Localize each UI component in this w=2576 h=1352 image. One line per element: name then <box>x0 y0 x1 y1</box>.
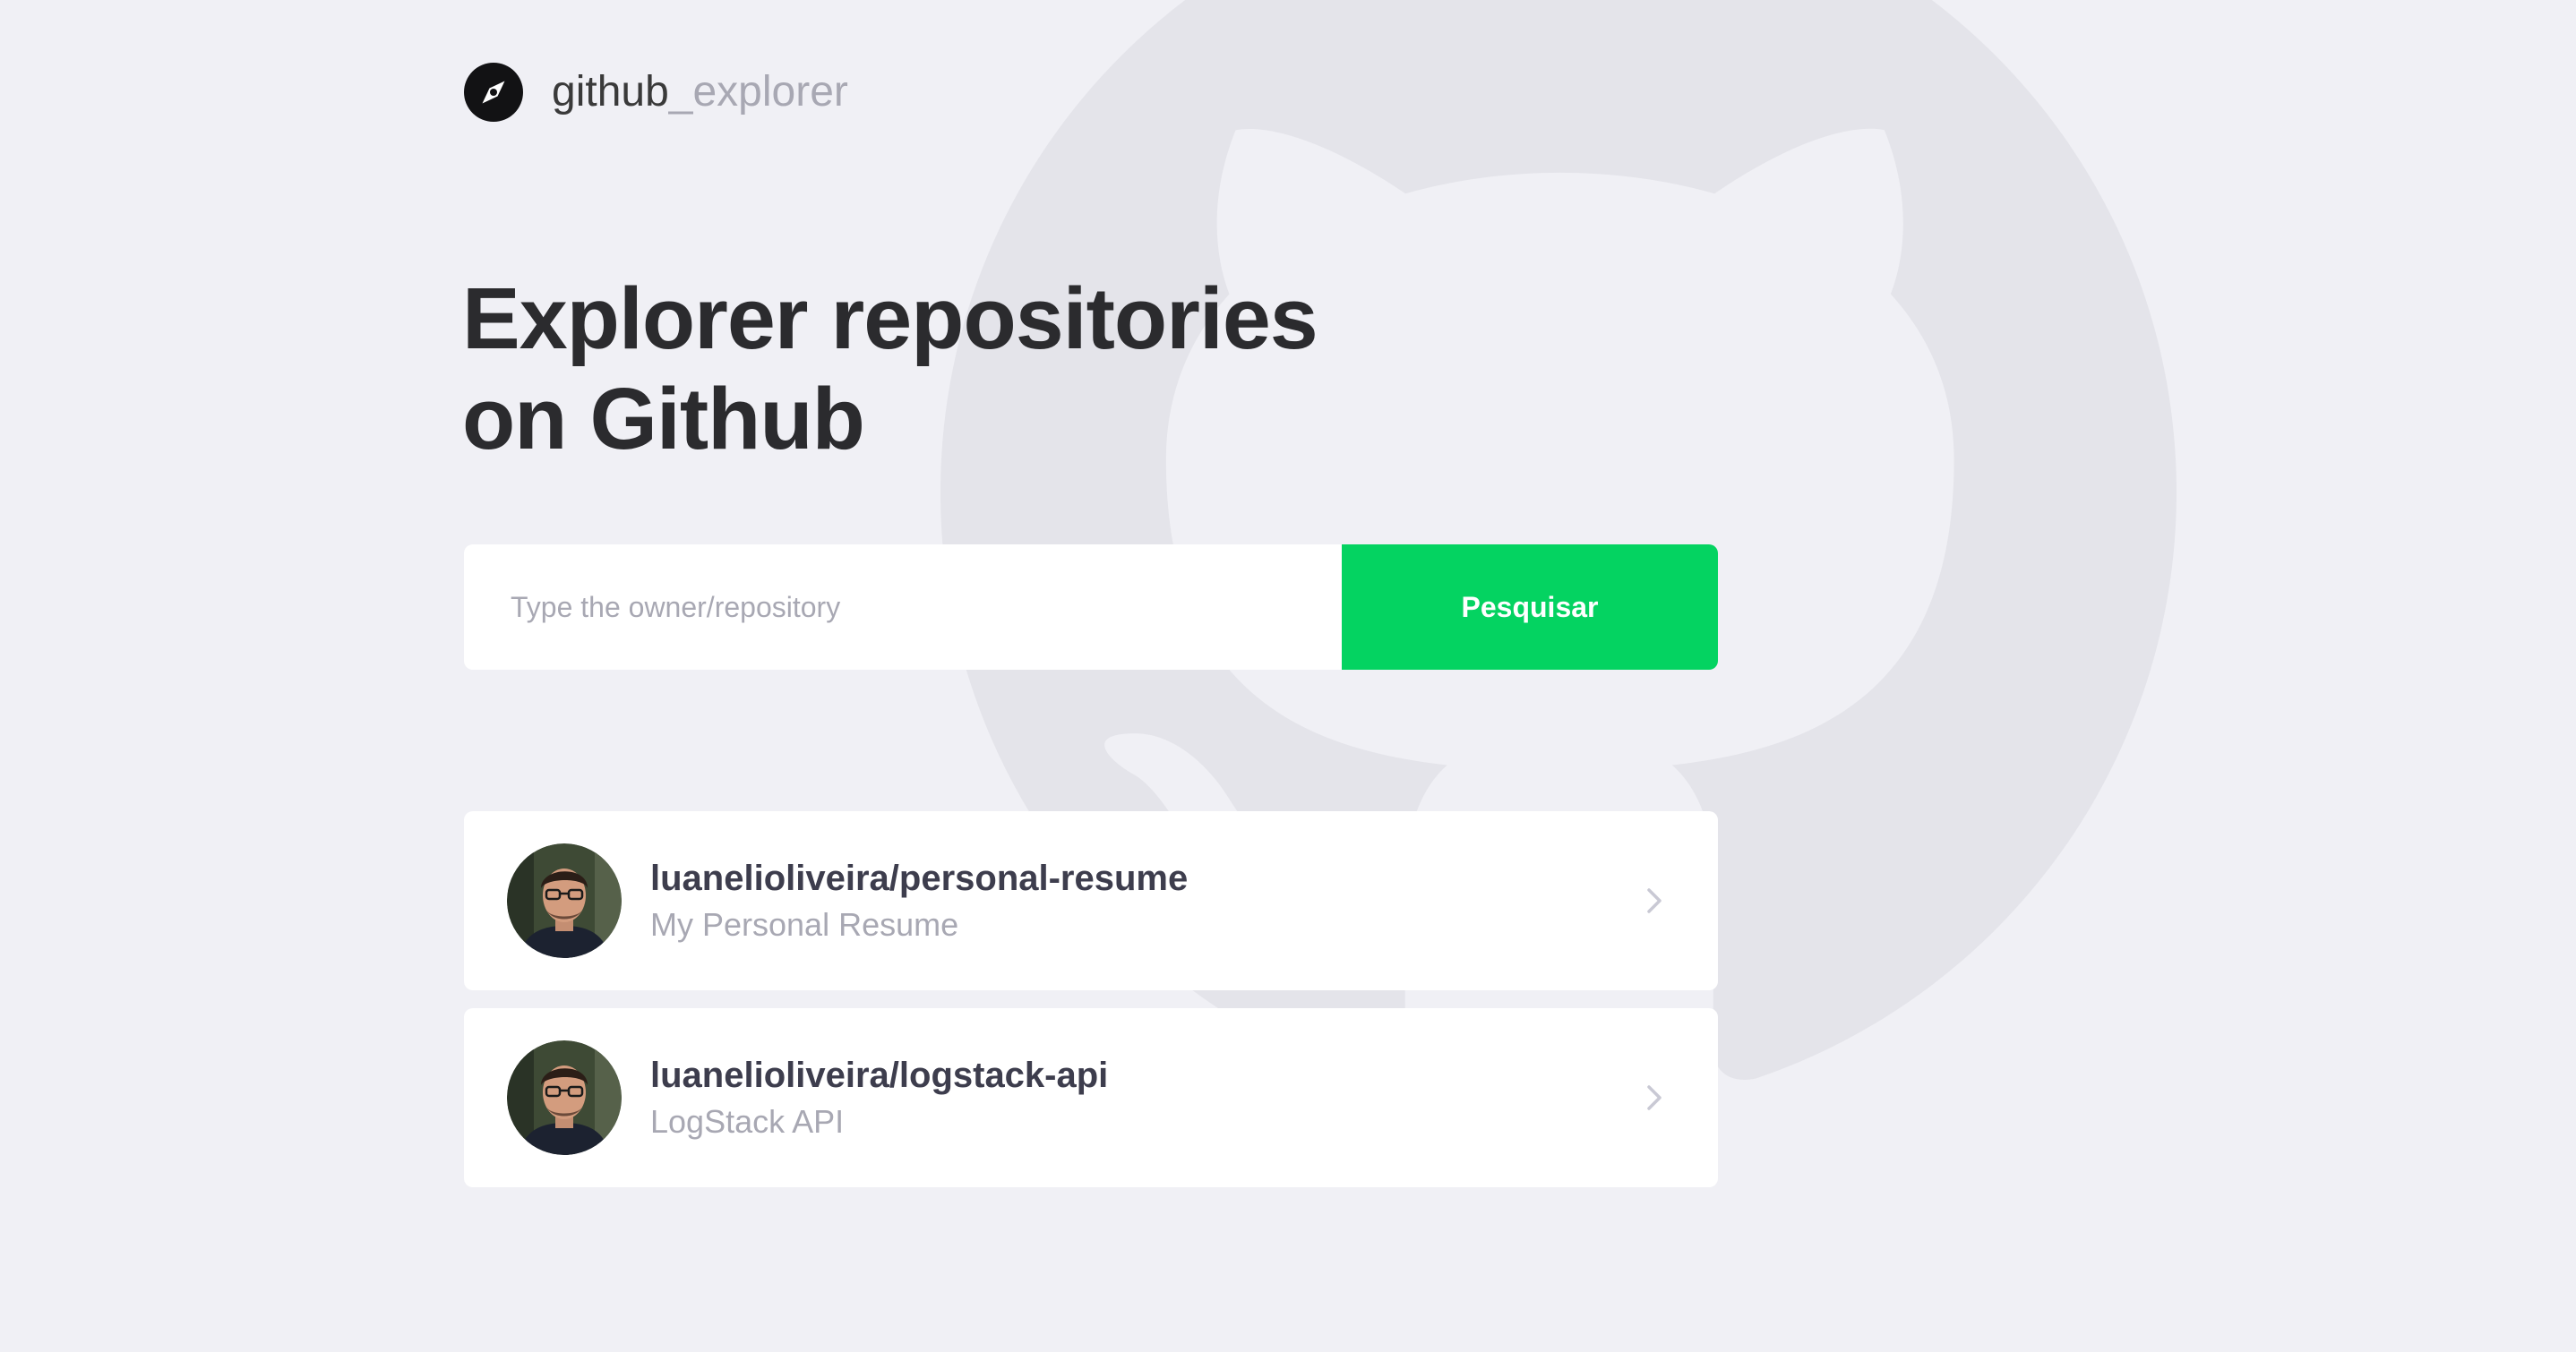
page-title-line-1: Explorer repositories <box>462 270 1318 367</box>
repository-name: luanelioliveira/personal-resume <box>650 859 1189 898</box>
repository-item[interactable]: luanelioliveira/logstack-api LogStack AP… <box>464 1008 1718 1187</box>
chevron-right-icon <box>1647 888 1662 913</box>
repository-description: LogStack API <box>650 1103 845 1140</box>
chevron-right-icon <box>1647 1085 1662 1110</box>
repository-name: luanelioliveira/logstack-api <box>650 1056 1109 1095</box>
logo-text-primary: github <box>552 68 669 116</box>
repository-list: luanelioliveira/personal-resume My Perso… <box>464 811 1718 1205</box>
search-form: Pesquisar <box>464 544 1718 670</box>
logo-wordmark: github_explorer <box>552 71 848 114</box>
app-logo[interactable]: github_explorer <box>464 63 848 122</box>
page-title: Explorer repositories on Github <box>462 269 1318 469</box>
repository-info: luanelioliveira/personal-resume My Perso… <box>650 857 1641 945</box>
page-title-line-2: on Github <box>462 370 865 467</box>
user-avatar <box>507 1040 622 1155</box>
repository-description: My Personal Resume <box>650 906 959 943</box>
user-avatar <box>507 843 622 958</box>
search-button[interactable]: Pesquisar <box>1342 544 1718 670</box>
logo-text-secondary: _explorer <box>668 68 848 116</box>
compass-icon <box>464 63 523 122</box>
repository-info: luanelioliveira/logstack-api LogStack AP… <box>650 1054 1641 1142</box>
repository-item[interactable]: luanelioliveira/personal-resume My Perso… <box>464 811 1718 990</box>
search-input[interactable] <box>464 544 1342 670</box>
